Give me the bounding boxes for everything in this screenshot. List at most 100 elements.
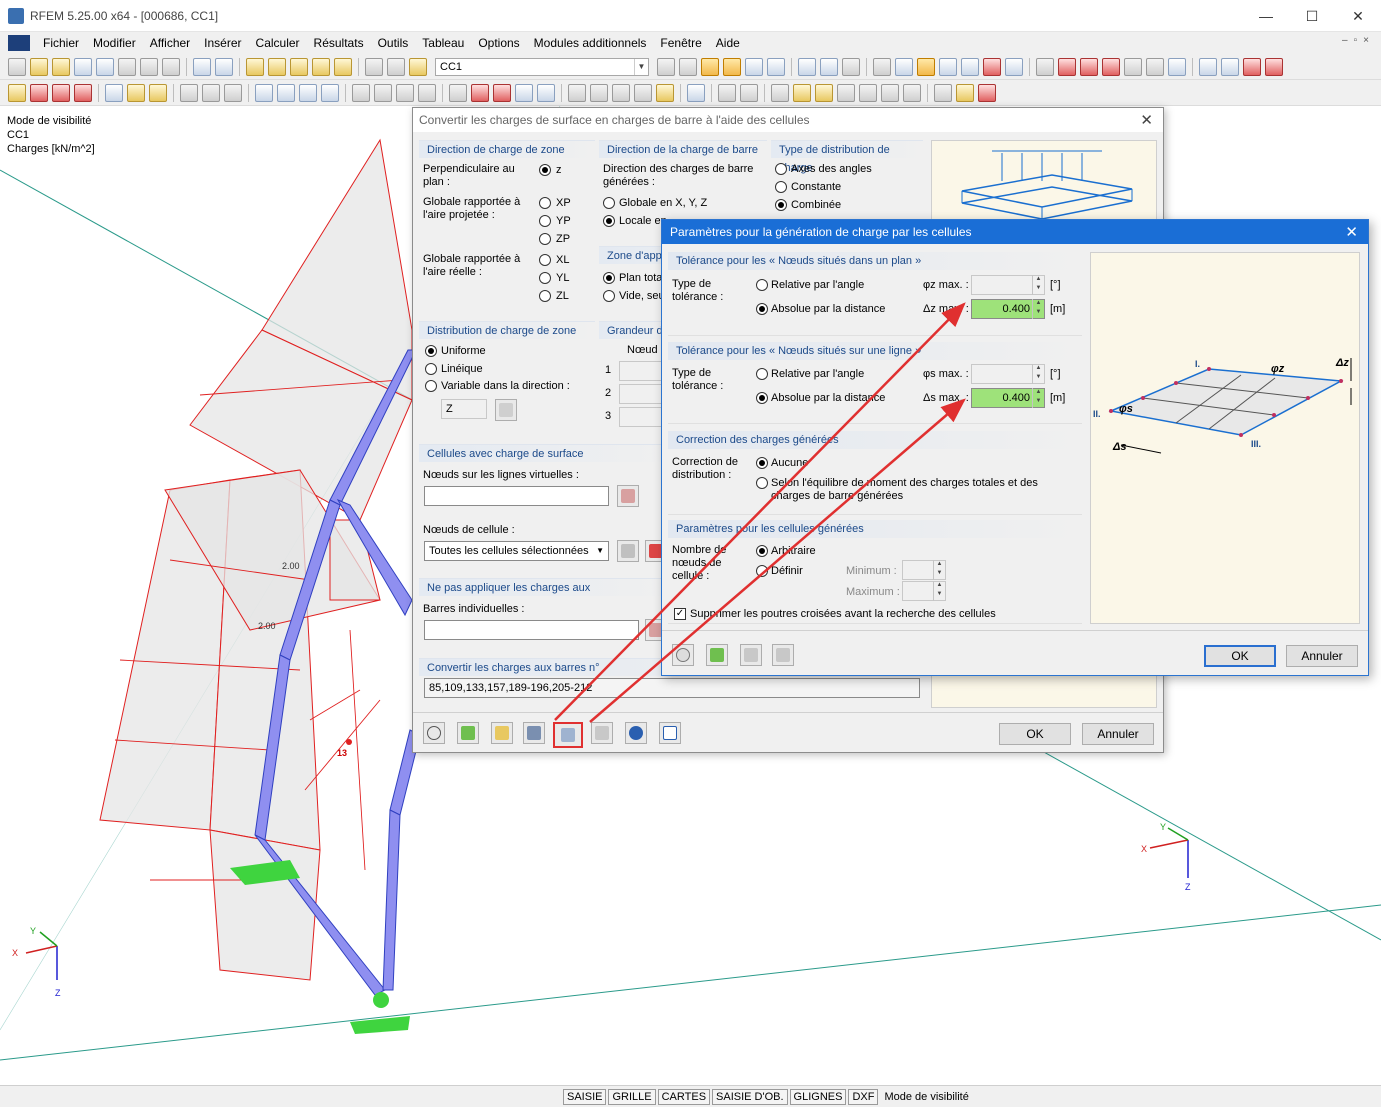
set-icon[interactable] [277, 83, 295, 102]
table-edit-icon[interactable] [387, 57, 405, 76]
imperfection-icon[interactable] [471, 83, 489, 102]
report-icon[interactable] [934, 83, 952, 102]
scale-icon[interactable] [740, 83, 758, 102]
save-file-button[interactable] [523, 722, 545, 744]
table-view-icon[interactable] [903, 83, 921, 102]
rib-icon[interactable] [299, 83, 317, 102]
radio-zl[interactable] [539, 290, 551, 302]
radio-correction-moment[interactable] [756, 477, 768, 489]
show-loads-icon[interactable] [701, 57, 719, 76]
loadcase-select[interactable]: CC1 ▼ [435, 57, 649, 76]
select-all-icon[interactable] [312, 57, 330, 76]
menu-inserer[interactable]: Insérer [197, 36, 248, 50]
results-icon[interactable] [745, 57, 763, 76]
direction-select[interactable]: Z [441, 399, 487, 419]
open-template-icon[interactable] [52, 57, 70, 76]
prev-loadcase-icon[interactable] [657, 57, 675, 76]
next-loadcase-icon[interactable] [679, 57, 697, 76]
print-preview-icon[interactable] [162, 57, 180, 76]
hinge-icon[interactable] [202, 83, 220, 102]
open-icon[interactable] [30, 57, 48, 76]
surface-load-icon[interactable] [374, 83, 392, 102]
guideline-icon[interactable] [612, 83, 630, 102]
radio-plane-angle[interactable] [756, 279, 768, 291]
pick-nodes-button[interactable] [617, 485, 639, 507]
spinner-icon[interactable]: ▲ ▼ [933, 560, 945, 580]
spinner-icon[interactable]: ▲ ▼ [1032, 388, 1044, 408]
radio-correction-none[interactable] [756, 457, 768, 469]
chevron-down-icon[interactable]: ▼ [634, 58, 648, 75]
remove-crossing-beams-checkbox[interactable]: ✓ [674, 608, 686, 620]
support-icon[interactable] [180, 83, 198, 102]
copy-settings-button[interactable] [740, 644, 762, 666]
menu-outils[interactable]: Outils [371, 36, 416, 50]
new-polyline-icon[interactable] [74, 83, 92, 102]
copy-icon[interactable] [1124, 57, 1142, 76]
cut-icon[interactable] [837, 83, 855, 102]
ok-button[interactable]: OK [999, 723, 1071, 745]
diagram-icon[interactable] [820, 57, 838, 76]
spinner-icon[interactable]: ▲ ▼ [1032, 364, 1044, 384]
cell-settings-button[interactable] [553, 722, 583, 748]
new-surface-icon[interactable] [127, 83, 145, 102]
measure-icon[interactable] [1005, 57, 1023, 76]
comment-icon[interactable] [590, 83, 608, 102]
loadcase-icon[interactable] [409, 57, 427, 76]
menu-afficher[interactable]: Afficher [143, 36, 197, 50]
align-icon[interactable] [771, 83, 789, 102]
new-member-icon[interactable] [105, 83, 123, 102]
mirror-icon[interactable] [983, 57, 1001, 76]
radio-plane-distance[interactable] [756, 303, 768, 315]
units-button[interactable] [457, 722, 479, 744]
line-icon[interactable] [1058, 57, 1076, 76]
grid-icon[interactable] [873, 57, 891, 76]
radio-angle-axes[interactable] [775, 163, 787, 175]
status-cartes[interactable]: CARTES [657, 1088, 711, 1105]
calc-icon[interactable] [537, 83, 555, 102]
status-saisie-ob[interactable]: SAISIE D'OB. [712, 1088, 788, 1105]
layout-icon[interactable] [881, 83, 899, 102]
pick-cells-button[interactable] [617, 540, 639, 562]
ok-button[interactable]: OK [1204, 645, 1276, 667]
free-load-icon[interactable] [418, 83, 436, 102]
view-z-icon[interactable] [1243, 57, 1261, 76]
radio-uniform[interactable] [425, 345, 437, 357]
opening-icon[interactable] [255, 83, 273, 102]
view-x-icon[interactable] [1199, 57, 1217, 76]
minimize-button[interactable]: — [1243, 0, 1289, 32]
paste-icon[interactable] [1146, 57, 1164, 76]
deformation-icon[interactable] [798, 57, 816, 76]
radio-void[interactable] [603, 290, 615, 302]
group-icon[interactable] [334, 57, 352, 76]
cube-icon[interactable] [815, 83, 833, 102]
intersection-icon[interactable] [321, 83, 339, 102]
menu-resultats[interactable]: Résultats [307, 36, 371, 50]
load-values-button[interactable] [591, 722, 613, 744]
menu-calculer[interactable]: Calculer [249, 36, 307, 50]
menu-fenetre[interactable]: Fenêtre [653, 36, 708, 50]
radio-variable[interactable] [425, 380, 437, 392]
paste-settings-button[interactable] [772, 644, 794, 666]
status-glignes[interactable]: GLIGNES [789, 1088, 847, 1105]
find-icon[interactable] [268, 57, 286, 76]
color-icon[interactable] [793, 83, 811, 102]
menu-aide[interactable]: Aide [709, 36, 747, 50]
units-button[interactable] [706, 644, 728, 666]
snap-icon[interactable] [895, 57, 913, 76]
menu-options[interactable]: Options [471, 36, 526, 50]
radio-arbitrary[interactable] [756, 545, 768, 557]
new-line-icon[interactable] [30, 83, 48, 102]
help-button[interactable] [423, 722, 445, 744]
mesh-icon[interactable] [515, 83, 533, 102]
member-load-icon[interactable] [352, 83, 370, 102]
status-dxf[interactable]: DXF [848, 1088, 879, 1105]
tools-icon[interactable] [956, 83, 974, 102]
color-scale-icon[interactable] [978, 83, 996, 102]
menu-fichier[interactable]: Fichier [36, 36, 86, 50]
cell-nodes-select[interactable]: Toutes les cellules sélectionnées ▼ [424, 541, 609, 561]
visibility-icon[interactable] [634, 83, 652, 102]
radio-global-xyz[interactable] [603, 197, 615, 209]
status-grille[interactable]: GRILLE [608, 1088, 656, 1105]
settings-icon[interactable] [1168, 57, 1186, 76]
member-icon[interactable] [1080, 57, 1098, 76]
